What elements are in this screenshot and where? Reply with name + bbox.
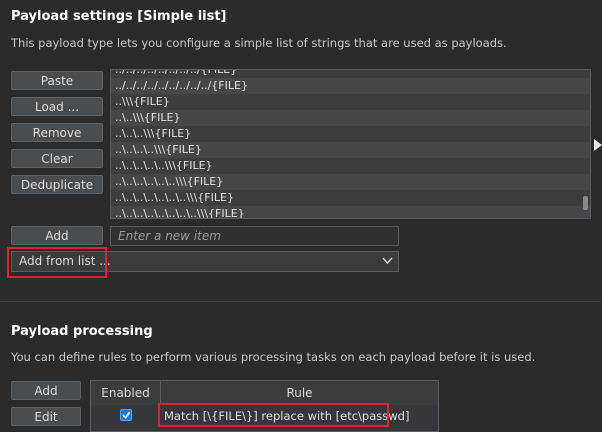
- clear-button[interactable]: Clear: [11, 149, 103, 168]
- expand-arrow-icon[interactable]: [594, 139, 602, 151]
- list-item[interactable]: ..\..\..\..\..\..\\\{FILE}: [111, 174, 590, 190]
- scrollbar-thumb[interactable]: [583, 196, 588, 210]
- list-item[interactable]: ../../../../../../../../{FILE}: [111, 70, 590, 78]
- add-rule-button[interactable]: Add: [11, 381, 81, 400]
- payload-settings-title: Payload settings [Simple list]: [11, 9, 227, 24]
- list-item[interactable]: ..\..\..\..\..\..\..\..\\\{FILE}: [111, 206, 590, 218]
- list-item[interactable]: ..\..\..\..\..\\\{FILE}: [111, 158, 590, 174]
- list-item[interactable]: ..\..\\\{FILE}: [111, 110, 590, 126]
- payload-list[interactable]: ../../../../../../../../{FILE} ../../../…: [110, 69, 591, 219]
- highlight-box: [158, 403, 389, 427]
- remove-button[interactable]: Remove: [11, 123, 103, 142]
- list-scrollbar[interactable]: [582, 70, 588, 218]
- deduplicate-button[interactable]: Deduplicate: [11, 175, 103, 194]
- payload-processing-title: Payload processing: [11, 324, 153, 339]
- payload-settings-description: This payload type lets you configure a s…: [11, 36, 507, 50]
- check-icon: [122, 411, 131, 419]
- load-button[interactable]: Load ...: [11, 97, 103, 116]
- payload-processing-description: You can define rules to perform various …: [11, 350, 536, 364]
- paste-button[interactable]: Paste: [11, 71, 103, 90]
- section-divider: [0, 301, 602, 302]
- new-item-input[interactable]: Enter a new item: [110, 226, 399, 246]
- list-item[interactable]: ..\..\..\..\..\..\..\\\{FILE}: [111, 190, 590, 206]
- enabled-checkbox[interactable]: [120, 409, 132, 421]
- list-item[interactable]: ..\..\..\\\{FILE}: [111, 126, 590, 142]
- column-header-enabled[interactable]: Enabled: [91, 381, 161, 406]
- add-item-button[interactable]: Add: [11, 226, 103, 245]
- list-item[interactable]: ..\..\..\..\\\{FILE}: [111, 142, 590, 158]
- highlight-box: [7, 247, 107, 278]
- chevron-down-icon: [382, 257, 393, 265]
- list-item[interactable]: ..\\\{FILE}: [111, 94, 590, 110]
- list-item[interactable]: ../../../../../../../../../{FILE}: [111, 78, 590, 94]
- edit-rule-button[interactable]: Edit: [11, 407, 81, 426]
